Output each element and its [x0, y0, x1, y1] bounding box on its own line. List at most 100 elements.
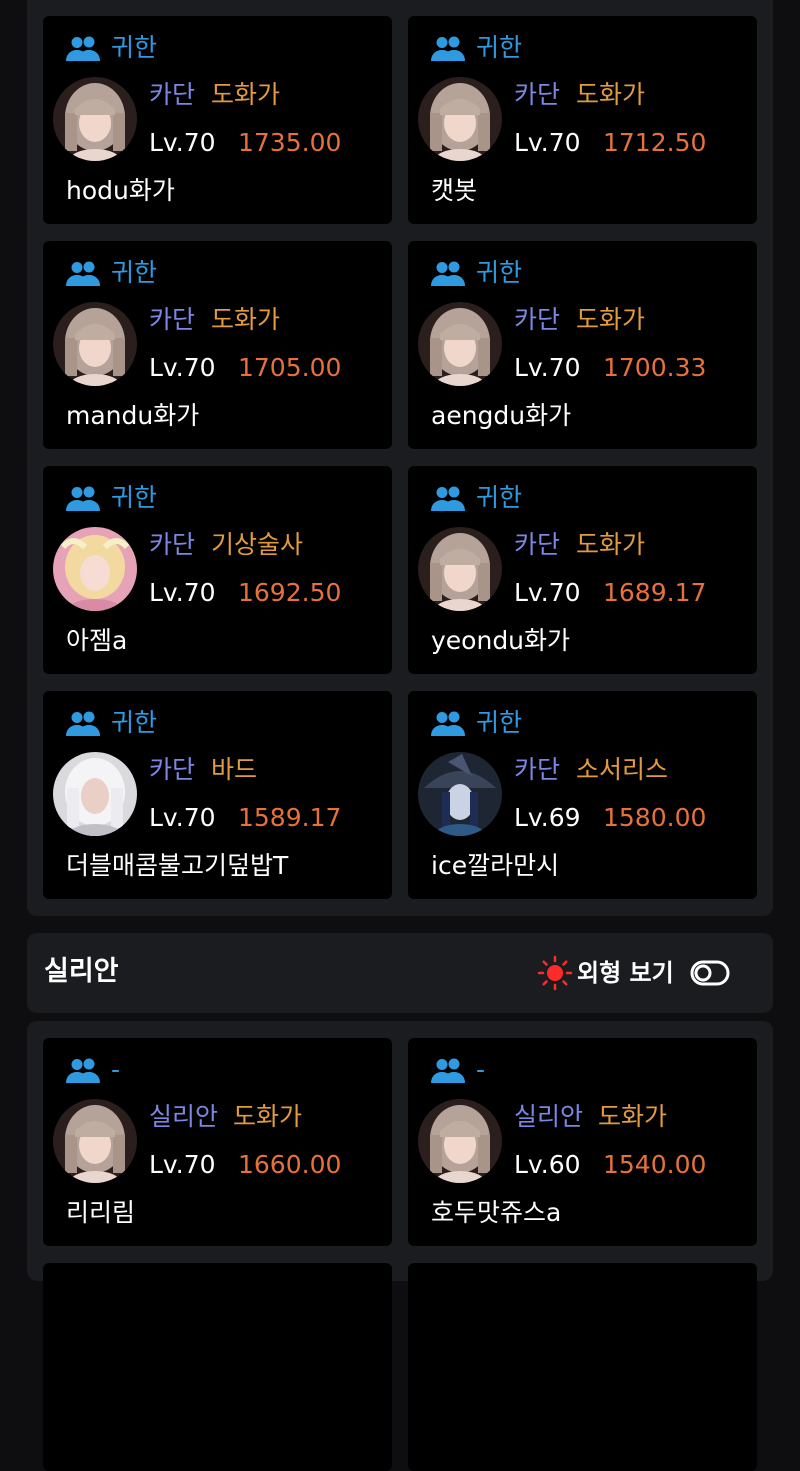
artist-portrait-icon [53, 302, 137, 386]
character-name: 호두맛쥬스a [431, 1198, 562, 1227]
character-card[interactable]: 귀한 카단 도화가 Lv.70 1700.33 aengdu화가 [408, 241, 757, 449]
character-grid-silian: - 실리안 도화가 Lv.70 1660.00 리리림 - 실리안 도화가 Lv… [43, 1038, 757, 1471]
artist-portrait-icon [53, 1099, 137, 1183]
server-name: 카단 [149, 530, 196, 559]
guild-row: 귀한 [431, 484, 522, 512]
users-icon [431, 711, 465, 736]
guild-row: 귀한 [66, 259, 157, 287]
users-icon [66, 711, 100, 736]
guild-name: - [476, 1055, 486, 1084]
users-icon [431, 1058, 465, 1083]
sorceress-portrait-icon [418, 752, 502, 836]
item-level: 1689.17 [603, 578, 707, 607]
character-level: Lv.70 [149, 1150, 216, 1179]
character-card[interactable]: - 실리안 도화가 Lv.70 1660.00 리리림 [43, 1038, 392, 1246]
class-name: 도화가 [211, 80, 281, 109]
appearance-toggle-button[interactable]: 외형 보기 [537, 955, 730, 991]
class-name: 도화가 [576, 305, 646, 334]
server-title: 실리안 [44, 956, 119, 987]
server-name: 카단 [514, 530, 561, 559]
class-name: 도화가 [233, 1102, 303, 1131]
character-level: Lv.60 [514, 1150, 581, 1179]
class-name: 기상술사 [211, 530, 304, 559]
character-card[interactable]: 귀한 카단 도화가 Lv.70 1712.50 캣봇 [408, 16, 757, 224]
avatar [418, 77, 502, 161]
guild-row: 귀한 [66, 484, 157, 512]
character-card[interactable]: 귀한 카단 도화가 Lv.70 1735.00 hodu화가 [43, 16, 392, 224]
artist-portrait-icon [418, 527, 502, 611]
character-card[interactable]: 귀한 카단 도화가 Lv.70 1705.00 mandu화가 [43, 241, 392, 449]
avatar [53, 752, 137, 836]
avatar [53, 527, 137, 611]
character-name: ice깔라만시 [431, 851, 560, 880]
character-card[interactable]: 귀한 카단 기상술사 Lv.70 1692.50 아젬a [43, 466, 392, 674]
guild-name: 귀한 [111, 33, 158, 62]
avatar [53, 1099, 137, 1183]
character-card[interactable]: - 실리안 도화가 Lv.60 1540.00 호두맛쥬스a [408, 1038, 757, 1246]
character-level: Lv.70 [149, 803, 216, 832]
users-icon [66, 36, 100, 61]
item-level: 1540.00 [603, 1150, 707, 1179]
guild-row: 귀한 [431, 709, 522, 737]
class-name: 도화가 [576, 530, 646, 559]
character-level: Lv.70 [149, 578, 216, 607]
server-name: 카단 [514, 755, 561, 784]
character-card-partial[interactable] [43, 1263, 392, 1471]
guild-name: 귀한 [476, 483, 523, 512]
guild-row: 귀한 [431, 34, 522, 62]
character-level: Lv.70 [149, 128, 216, 157]
users-icon [66, 1058, 100, 1083]
guild-name: - [111, 1055, 121, 1084]
class-name: 소서리스 [576, 755, 669, 784]
character-name: 리리림 [66, 1198, 136, 1227]
item-level: 1692.50 [238, 578, 342, 607]
server-name: 실리안 [514, 1102, 584, 1131]
toggle-icon[interactable] [690, 960, 730, 986]
character-card-partial[interactable] [408, 1263, 757, 1471]
guild-name: 귀한 [111, 258, 158, 287]
character-level: Lv.70 [514, 353, 581, 382]
item-level: 1700.33 [603, 353, 707, 382]
character-level: Lv.70 [514, 578, 581, 607]
server-panel-kadan: 귀한 카단 도화가 Lv.70 1735.00 hodu화가 귀한 카단 도화가… [27, 0, 773, 916]
character-card[interactable]: 귀한 카단 도화가 Lv.70 1689.17 yeondu화가 [408, 466, 757, 674]
artist-portrait-icon [418, 1099, 502, 1183]
item-level: 1735.00 [238, 128, 342, 157]
item-level: 1580.00 [603, 803, 707, 832]
server-name: 카단 [149, 755, 196, 784]
users-icon [431, 486, 465, 511]
appearance-label: 외형 보기 [577, 959, 674, 987]
server-name: 실리안 [149, 1102, 219, 1131]
guild-row: 귀한 [66, 709, 157, 737]
aeromancer-portrait-icon [53, 527, 137, 611]
character-card[interactable]: 귀한 카단 소서리스 Lv.69 1580.00 ice깔라만시 [408, 691, 757, 899]
character-name: aengdu화가 [431, 401, 572, 430]
avatar [53, 77, 137, 161]
guild-name: 귀한 [476, 258, 523, 287]
guild-name: 귀한 [111, 483, 158, 512]
guild-row: 귀한 [66, 34, 157, 62]
guild-name: 귀한 [111, 708, 158, 737]
class-name: 도화가 [598, 1102, 668, 1131]
character-card[interactable]: 귀한 카단 바드 Lv.70 1589.17 더블매콤불고기덮밥T [43, 691, 392, 899]
guild-name: 귀한 [476, 708, 523, 737]
character-name: 캣봇 [431, 176, 478, 205]
server-panel-silian: - 실리안 도화가 Lv.70 1660.00 리리림 - 실리안 도화가 Lv… [27, 1021, 773, 1471]
item-level: 1660.00 [238, 1150, 342, 1179]
character-name: hodu화가 [66, 176, 175, 205]
character-name: 더블매콤불고기덮밥T [66, 851, 289, 880]
sun-icon [537, 955, 573, 991]
server-name: 카단 [514, 305, 561, 334]
users-icon [431, 36, 465, 61]
artist-portrait-icon [418, 77, 502, 161]
users-icon [66, 261, 100, 286]
class-name: 도화가 [576, 80, 646, 109]
bard-portrait-icon [53, 752, 137, 836]
character-level: Lv.70 [514, 128, 581, 157]
avatar [418, 752, 502, 836]
server-header-silian: 실리안 외형 보기 [27, 933, 773, 1013]
character-name: 아젬a [66, 626, 128, 655]
avatar [53, 302, 137, 386]
server-name: 카단 [149, 305, 196, 334]
guild-name: 귀한 [476, 33, 523, 62]
